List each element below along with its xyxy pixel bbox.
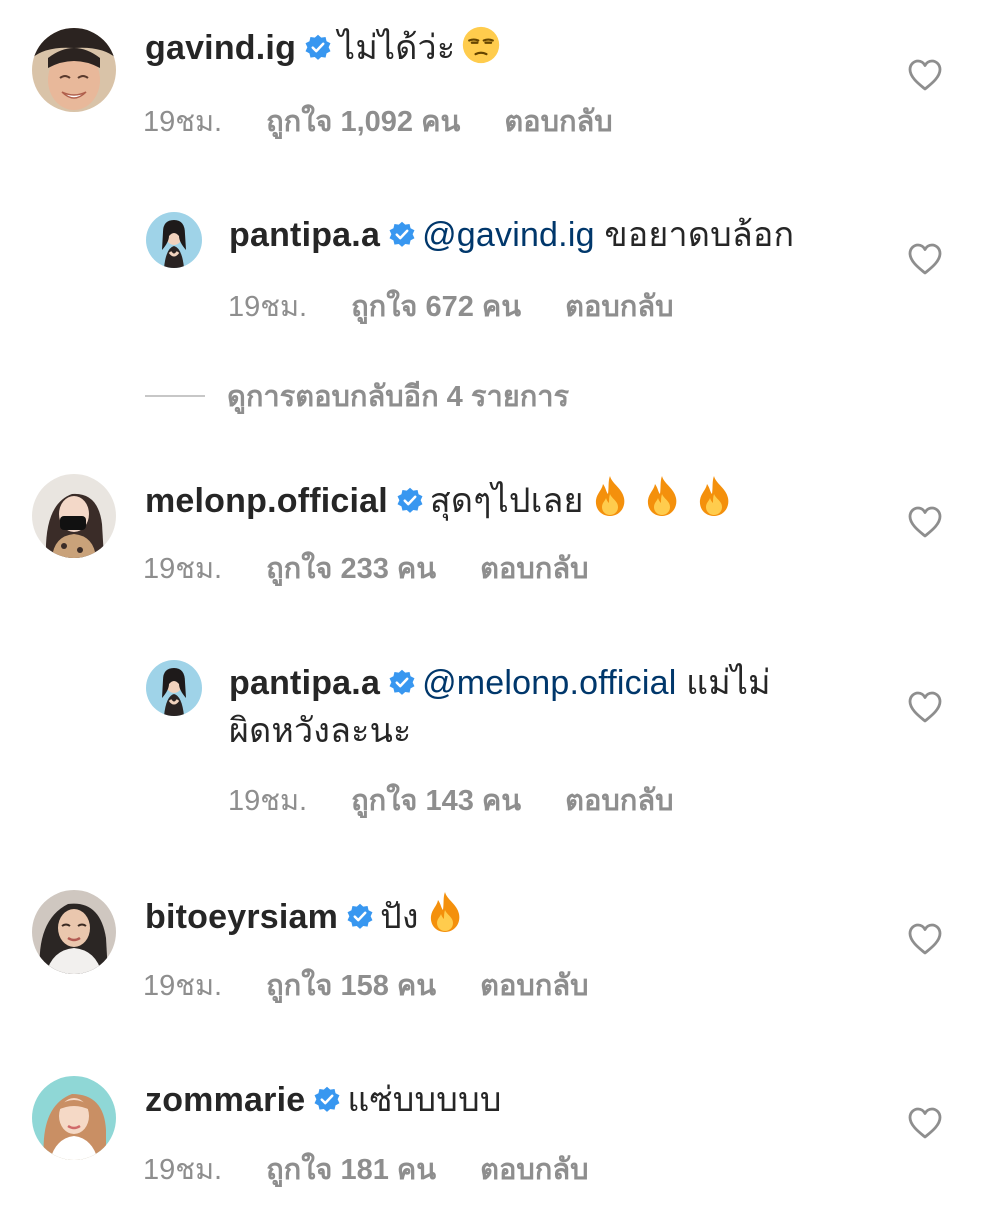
likes-count[interactable]: ถูกใจ 181 คน bbox=[266, 1154, 436, 1186]
username[interactable]: pantipa.a bbox=[229, 216, 380, 254]
avatar[interactable] bbox=[32, 474, 116, 558]
verified-badge-icon bbox=[388, 221, 416, 249]
verified-badge-icon bbox=[346, 903, 374, 931]
likes-count[interactable]: ถูกใจ 1,092 คน bbox=[266, 106, 460, 138]
comment-text: pantipa.a @melonp.official แม่ไม่ผิดหวังล… bbox=[229, 659, 771, 755]
verified-badge-icon bbox=[388, 669, 416, 697]
likes-count[interactable]: ถูกใจ 143 คน bbox=[351, 785, 521, 817]
comment-message: แซ่บบบบบ bbox=[347, 1081, 502, 1119]
likes-count[interactable]: ถูกใจ 672 คน bbox=[351, 291, 521, 323]
reply-button[interactable]: ตอบกลับ bbox=[480, 1154, 588, 1186]
comment-message: ไม่ได้ว่ะ bbox=[338, 29, 456, 67]
fire-emoji bbox=[590, 474, 630, 531]
fire-emoji bbox=[425, 890, 465, 947]
verified-badge-icon bbox=[396, 487, 424, 515]
unamused-face-emoji bbox=[461, 25, 501, 78]
likes-count[interactable]: ถูกใจ 233 คน bbox=[266, 553, 436, 585]
heart-icon[interactable] bbox=[907, 690, 943, 724]
comment-meta: 19ชม. ถูกใจ 1,092 คน ตอบกลับ bbox=[143, 98, 657, 144]
comment-message-line2: ผิดหวังละนะ bbox=[229, 712, 412, 750]
view-more-replies-label[interactable]: ดูการตอบกลับอีก 4 รายการ bbox=[227, 373, 569, 419]
comment-meta: 19ชม. ถูกใจ 233 คน ตอบกลับ bbox=[143, 545, 633, 591]
fire-emoji bbox=[642, 474, 682, 531]
comment-message: แม่ไม่ bbox=[686, 664, 771, 702]
comment-text: bitoeyrsiam ปัง bbox=[145, 890, 465, 947]
reply-button[interactable]: ตอบกลับ bbox=[480, 553, 588, 585]
heart-icon[interactable] bbox=[907, 505, 943, 539]
reply-button[interactable]: ตอบกลับ bbox=[565, 291, 673, 323]
timestamp: 19ชม. bbox=[228, 785, 308, 817]
username[interactable]: gavind.ig bbox=[145, 29, 296, 67]
avatar[interactable] bbox=[32, 890, 116, 974]
comment-meta: 19ชม. ถูกใจ 672 คน ตอบกลับ bbox=[228, 283, 718, 329]
username[interactable]: melonp.official bbox=[145, 482, 388, 520]
timestamp: 19ชม. bbox=[143, 553, 223, 585]
comment-meta: 19ชม. ถูกใจ 158 คน ตอบกลับ bbox=[143, 962, 633, 1008]
comment-meta: 19ชม. ถูกใจ 143 คน ตอบกลับ bbox=[228, 777, 718, 823]
reply-button[interactable]: ตอบกลับ bbox=[504, 106, 612, 138]
avatar[interactable] bbox=[32, 28, 116, 112]
comment-message: ขอยาดบล้อก bbox=[604, 216, 795, 254]
comment-message: ปัง bbox=[380, 898, 419, 936]
heart-icon[interactable] bbox=[907, 1106, 943, 1140]
reply-button[interactable]: ตอบกลับ bbox=[480, 970, 588, 1002]
verified-badge-icon bbox=[304, 34, 332, 62]
fire-emoji bbox=[694, 474, 734, 531]
comment-meta: 19ชม. ถูกใจ 181 คน ตอบกลับ bbox=[143, 1146, 633, 1192]
timestamp: 19ชม. bbox=[143, 1154, 223, 1186]
comment-text: pantipa.a @gavind.ig ขอยาดบล้อก bbox=[229, 211, 794, 259]
comment-text: gavind.ig ไม่ได้ว่ะ bbox=[145, 24, 501, 78]
avatar[interactable] bbox=[32, 1076, 116, 1160]
view-more-replies[interactable]: ดูการตอบกลับอีก 4 รายการ bbox=[145, 376, 569, 416]
comment-text: melonp.official สุดๆไปเลย bbox=[145, 474, 734, 531]
timestamp: 19ชม. bbox=[143, 970, 223, 1002]
comment-text: zommarie แซ่บบบบบ bbox=[145, 1076, 502, 1124]
heart-icon[interactable] bbox=[907, 922, 943, 956]
heart-icon[interactable] bbox=[907, 242, 943, 276]
username[interactable]: pantipa.a bbox=[229, 664, 380, 702]
timestamp: 19ชม. bbox=[228, 291, 308, 323]
avatar[interactable] bbox=[146, 660, 202, 716]
divider bbox=[145, 395, 205, 397]
heart-icon[interactable] bbox=[907, 58, 943, 92]
username[interactable]: bitoeyrsiam bbox=[145, 898, 338, 936]
timestamp: 19ชม. bbox=[143, 106, 223, 138]
comment-message: สุดๆไปเลย bbox=[429, 482, 584, 520]
verified-badge-icon bbox=[313, 1086, 341, 1114]
avatar[interactable] bbox=[146, 212, 202, 268]
reply-button[interactable]: ตอบกลับ bbox=[565, 785, 673, 817]
mention-link[interactable]: @gavind.ig bbox=[422, 216, 595, 254]
mention-link[interactable]: @melonp.official bbox=[422, 664, 676, 702]
username[interactable]: zommarie bbox=[145, 1081, 305, 1119]
likes-count[interactable]: ถูกใจ 158 คน bbox=[266, 970, 436, 1002]
